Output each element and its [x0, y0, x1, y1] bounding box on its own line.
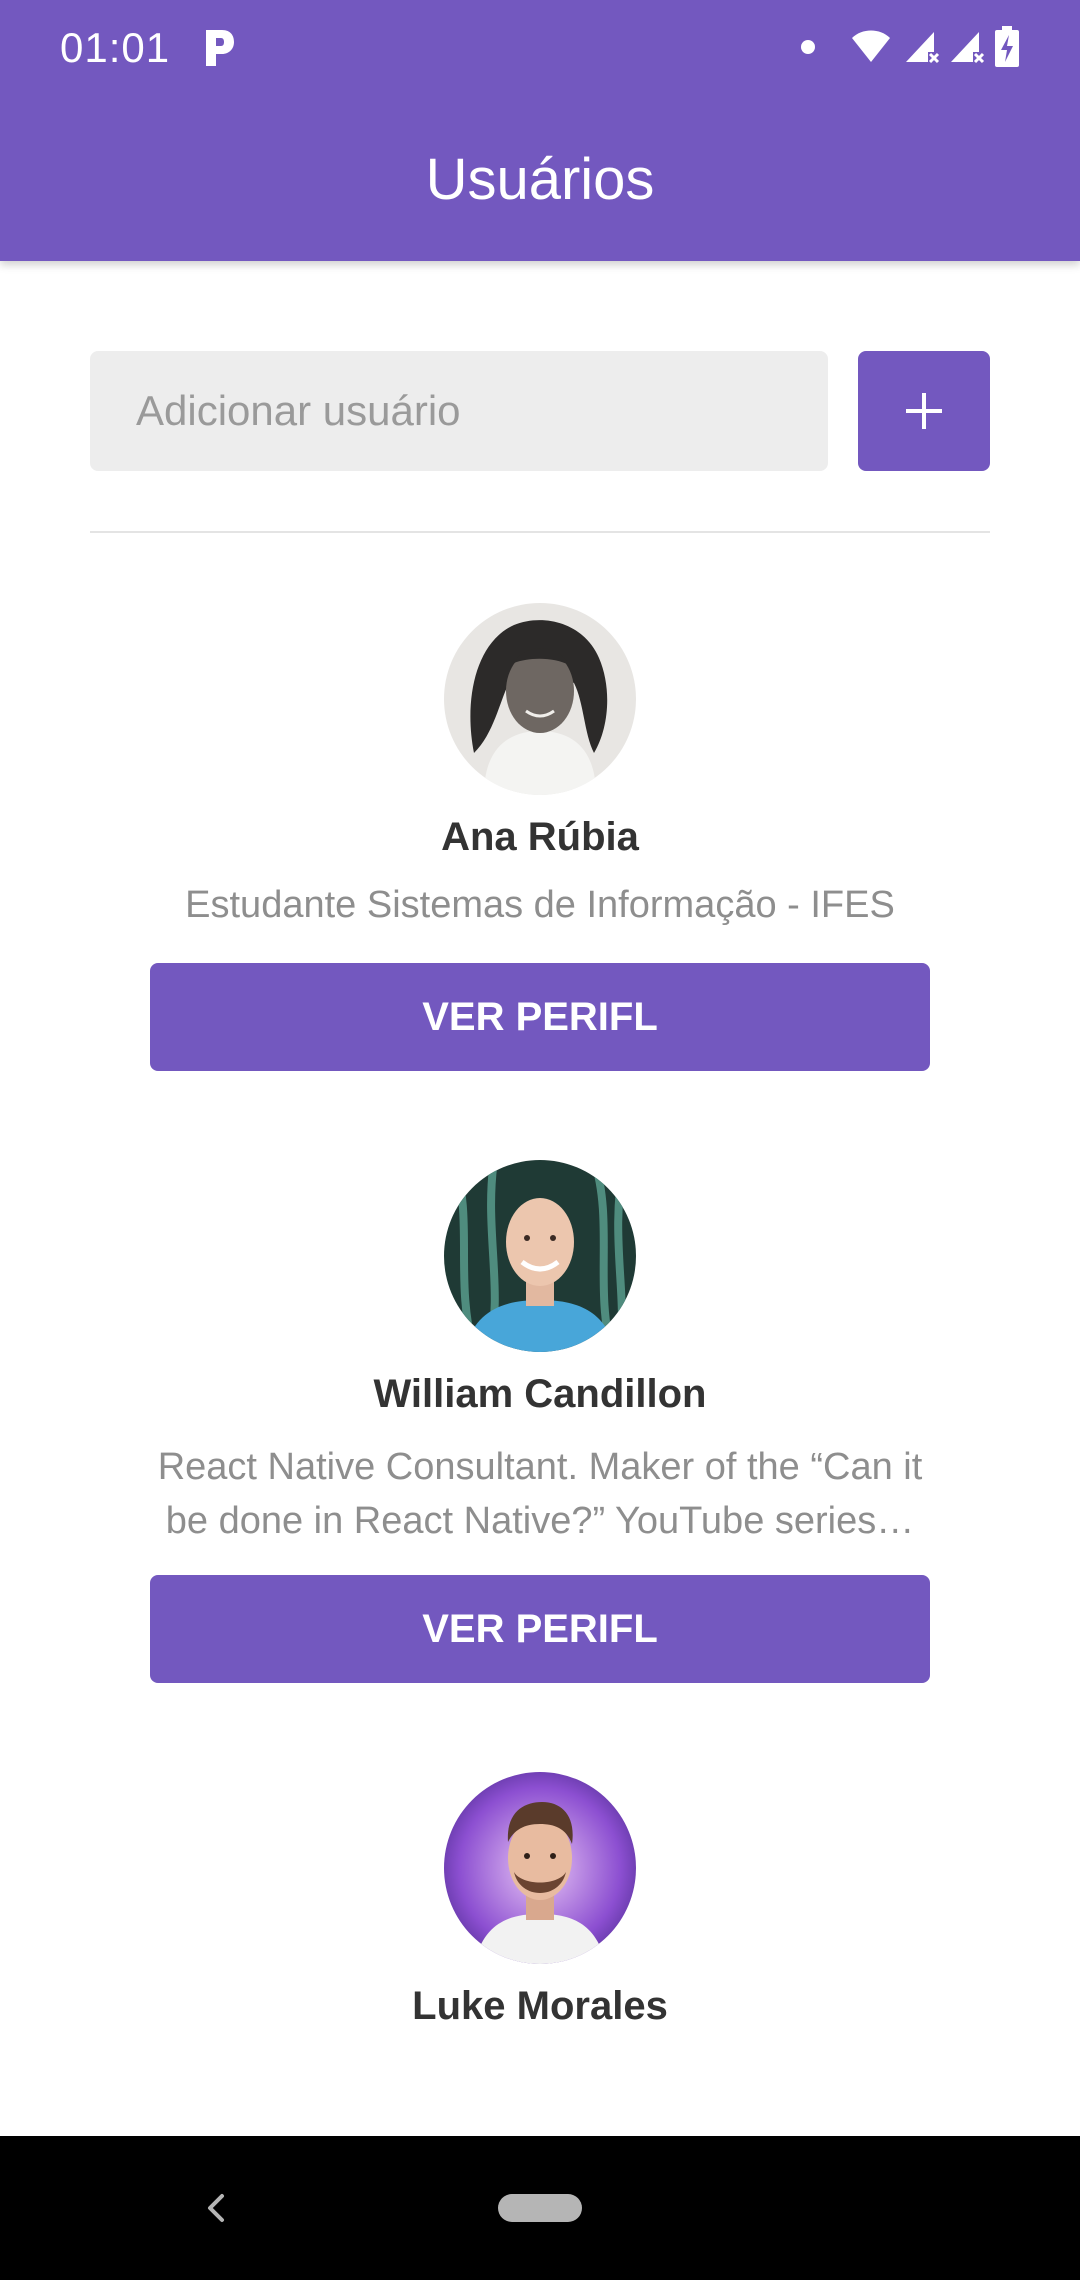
avatar — [444, 1160, 636, 1352]
user-bio: Estudante Sistemas de Informação - IFES — [185, 884, 895, 926]
user-card: William Candillon React Native Consultan… — [0, 1160, 1080, 1690]
home-pill-icon[interactable] — [498, 2194, 582, 2222]
user-name: Luke Morales — [412, 1984, 668, 2028]
avatar — [444, 1772, 636, 1964]
navigation-bar — [0, 2136, 1080, 2280]
user-bio: React Native Consultant. Maker of the “C… — [157, 1446, 923, 1542]
avatar — [444, 603, 636, 795]
add-user-row — [90, 351, 990, 471]
signal-no-service-icon — [906, 32, 940, 64]
user-name: Ana Rúbia — [441, 815, 639, 859]
plus-icon — [906, 393, 942, 429]
status-time: 01:01 — [60, 24, 171, 71]
wifi-icon — [852, 30, 890, 62]
battery-charging-icon — [995, 26, 1019, 67]
page-title: Usuários — [425, 147, 655, 212]
back-icon[interactable] — [180, 2172, 252, 2244]
user-name: William Candillon — [373, 1372, 707, 1416]
user-card: Luke Morales — [0, 1772, 1080, 2032]
add-user-input[interactable] — [90, 351, 828, 471]
status-bar: 01:01 — [0, 0, 1080, 96]
signal-no-service-icon — [951, 32, 985, 64]
view-profile-button[interactable]: VER PERIFL — [150, 1575, 930, 1683]
parking-app-icon — [206, 30, 234, 66]
divider — [90, 531, 990, 533]
notification-dot-icon — [801, 40, 815, 54]
view-profile-button[interactable]: VER PERIFL — [150, 963, 930, 1071]
user-card: Ana Rúbia Estudante Sistemas de Informaç… — [0, 603, 1080, 1073]
app-header: 01:01 Usuários — [0, 0, 1080, 261]
add-user-button[interactable] — [858, 351, 990, 471]
